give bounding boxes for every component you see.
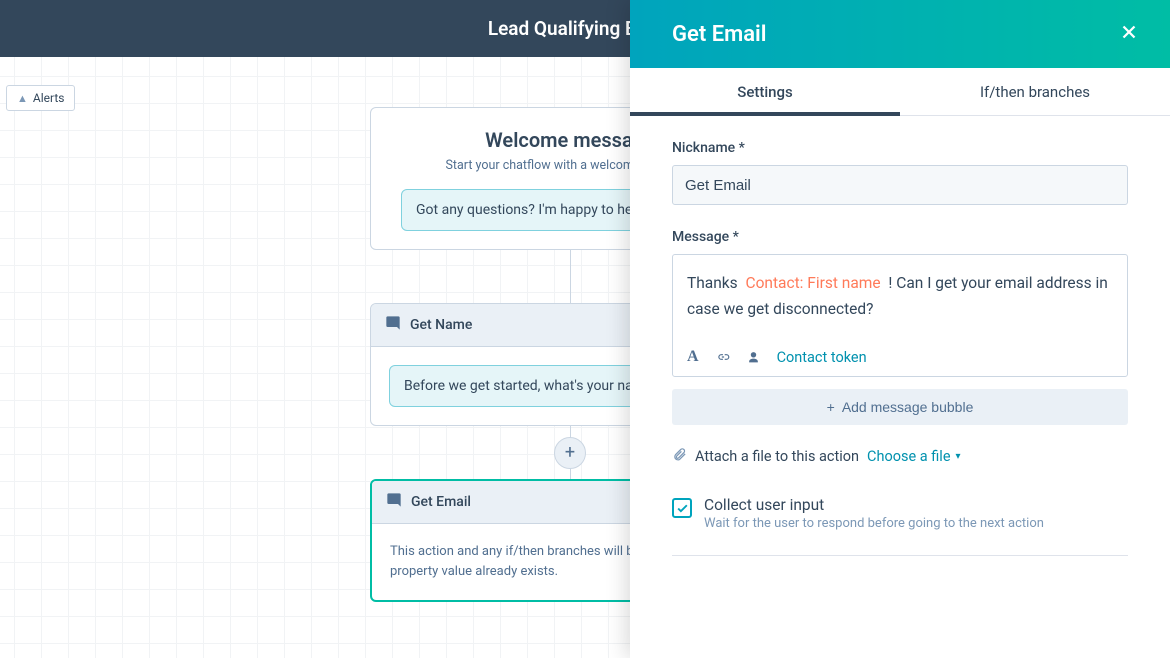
panel-tabs: Settings If/then branches	[630, 68, 1170, 116]
message-content[interactable]: Thanks Contact: First name ! Can I get y…	[673, 255, 1127, 338]
collect-input-row: Collect user input Wait for the user to …	[672, 496, 1128, 551]
get-name-title: Get Name	[410, 317, 472, 333]
message-toolbar: A Contact token	[673, 338, 1127, 376]
collect-sub: Wait for the user to respond before goin…	[704, 516, 1044, 531]
nickname-label: Nickname *	[672, 140, 1128, 156]
side-panel: Get Email Settings If/then branches Nick…	[630, 0, 1170, 658]
contact-token[interactable]: Contact: First name	[745, 274, 880, 292]
collect-title: Collect user input	[704, 496, 1044, 514]
panel-title: Get Email	[672, 22, 766, 47]
chevron-down-icon: ▾	[956, 451, 961, 462]
message-editor[interactable]: Thanks Contact: First name ! Can I get y…	[672, 254, 1128, 377]
get-email-title: Get Email	[411, 494, 471, 510]
msg-pre: Thanks	[687, 274, 741, 292]
alerts-label: Alerts	[33, 91, 65, 105]
divider	[672, 555, 1128, 556]
chat-icon	[386, 492, 402, 512]
link-icon[interactable]	[716, 350, 730, 364]
attach-row: Attach a file to this action Choose a fi…	[672, 447, 1128, 466]
close-icon[interactable]	[1118, 21, 1140, 47]
message-label: Message *	[672, 229, 1128, 245]
plus-icon: +	[827, 399, 835, 415]
choose-file-link[interactable]: Choose a file ▾	[867, 448, 961, 465]
chat-icon	[385, 315, 401, 335]
connector	[570, 250, 571, 303]
panel-header: Get Email	[630, 0, 1170, 68]
tab-branches[interactable]: If/then branches	[900, 68, 1170, 115]
text-format-icon[interactable]: A	[687, 348, 699, 366]
nickname-input[interactable]	[672, 165, 1128, 205]
connector: +	[570, 426, 571, 479]
add-action-button[interactable]: +	[554, 437, 586, 469]
paperclip-icon	[672, 447, 687, 466]
attach-text: Attach a file to this action	[695, 448, 859, 465]
person-icon[interactable]	[747, 351, 760, 364]
collect-checkbox[interactable]	[672, 498, 692, 518]
add-bubble-button[interactable]: + Add message bubble	[672, 389, 1128, 425]
panel-body: Nickname * Message * Thanks Contact: Fir…	[630, 116, 1170, 658]
contact-token-link[interactable]: Contact token	[777, 349, 867, 366]
tab-settings[interactable]: Settings	[630, 68, 900, 115]
alerts-button[interactable]: ▲ Alerts	[6, 85, 75, 111]
alert-icon: ▲	[17, 92, 28, 105]
